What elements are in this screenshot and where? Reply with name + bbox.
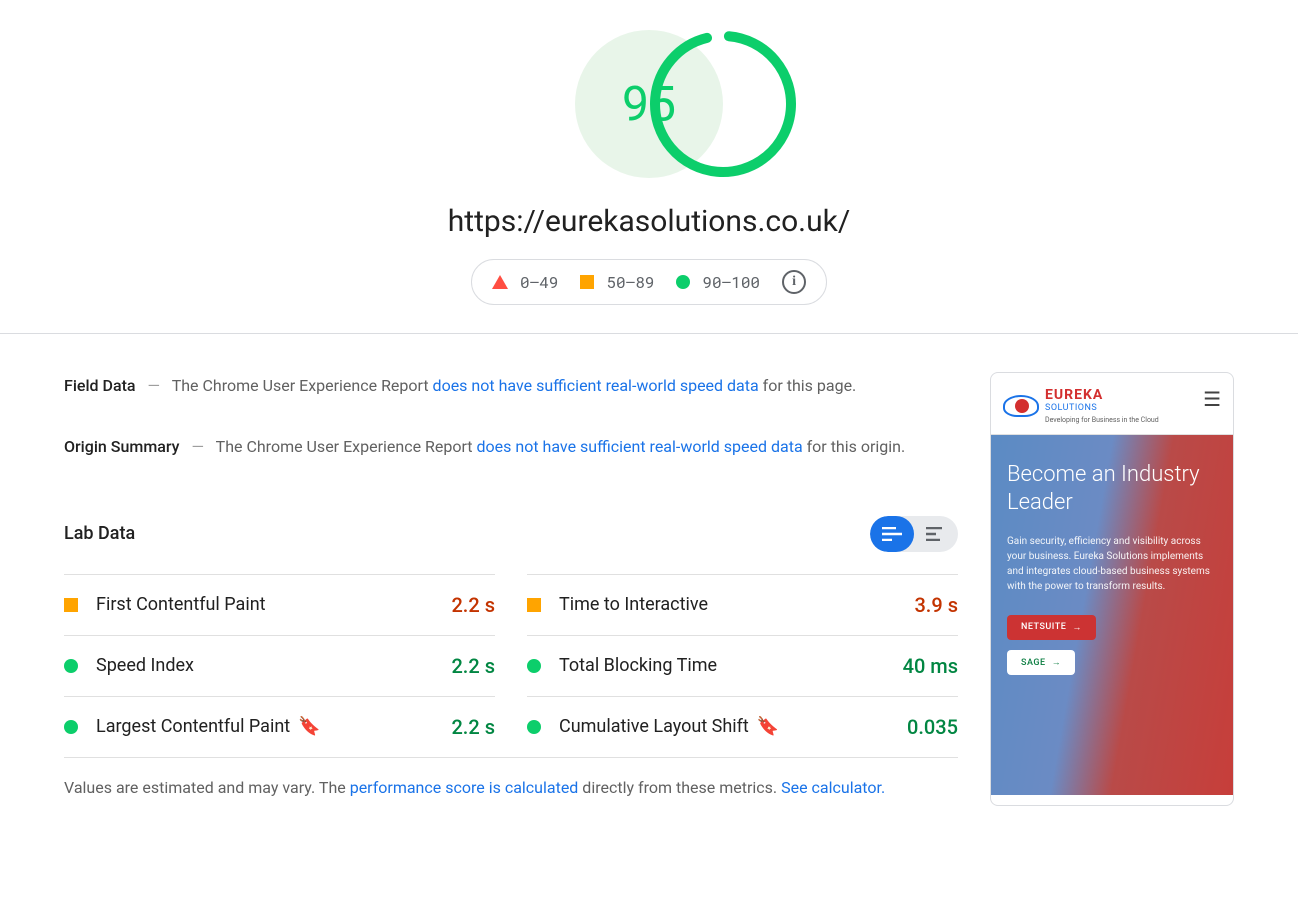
metric-tbt[interactable]: Total Blocking Time 40 ms bbox=[527, 635, 958, 696]
calc-link[interactable]: performance score is calculated bbox=[350, 778, 579, 797]
page-preview: EUREKA SOLUTIONS Developing for Business… bbox=[990, 372, 1234, 806]
legend-avg: 50–89 bbox=[580, 272, 654, 293]
field-data-title: Field Data bbox=[64, 376, 136, 395]
square-icon bbox=[580, 275, 594, 289]
metric-value: 0.035 bbox=[907, 715, 958, 739]
score-gauge: 95 bbox=[575, 30, 723, 178]
preview-logo: EUREKA SOLUTIONS Developing for Business… bbox=[1003, 387, 1159, 424]
circle-icon bbox=[64, 659, 78, 673]
legend-good: 90–100 bbox=[676, 272, 760, 293]
square-icon bbox=[527, 598, 541, 612]
score-section: 95 https://eurekasolutions.co.uk/ 0–49 5… bbox=[0, 0, 1298, 333]
triangle-icon bbox=[492, 275, 508, 289]
footer-disclaimer: Values are estimated and may vary. The p… bbox=[64, 757, 958, 817]
view-toggle-detail[interactable] bbox=[870, 516, 914, 552]
metric-label: Speed Index bbox=[96, 655, 451, 676]
legend-poor: 0–49 bbox=[492, 272, 558, 293]
metric-tti[interactable]: Time to Interactive 3.9 s bbox=[527, 574, 958, 635]
score-legend: 0–49 50–89 90–100 bbox=[471, 259, 827, 305]
info-icon[interactable] bbox=[782, 270, 806, 294]
origin-summary-link[interactable]: does not have sufficient real-world spee… bbox=[477, 437, 803, 456]
metrics-col-left: First Contentful Paint 2.2 s Speed Index… bbox=[64, 574, 495, 757]
circle-icon bbox=[527, 720, 541, 734]
metric-label: Largest Contentful Paint🔖 bbox=[96, 716, 451, 737]
circle-icon bbox=[676, 275, 690, 289]
preview-title: Become an Industry Leader bbox=[1007, 461, 1217, 516]
view-toggle bbox=[870, 516, 958, 552]
metric-si[interactable]: Speed Index 2.2 s bbox=[64, 635, 495, 696]
metric-label: First Contentful Paint bbox=[96, 594, 451, 615]
hamburger-icon: ☰ bbox=[1203, 387, 1221, 411]
preview-desc: Gain security, efficiency and visibility… bbox=[1007, 534, 1217, 594]
cloud-icon bbox=[1003, 395, 1039, 417]
origin-summary-section: Origin Summary — The Chrome User Experie… bbox=[64, 433, 958, 462]
preview-btn-netsuite: NETSUITE→ bbox=[1007, 615, 1096, 640]
page-url: https://eurekasolutions.co.uk/ bbox=[0, 204, 1298, 239]
square-icon bbox=[64, 598, 78, 612]
metric-label: Time to Interactive bbox=[559, 594, 914, 615]
lab-data-title: Lab Data bbox=[64, 523, 135, 544]
metric-value: 40 ms bbox=[903, 654, 958, 678]
circle-icon bbox=[527, 659, 541, 673]
see-calc-link[interactable]: See calculator. bbox=[781, 778, 885, 797]
metric-value: 2.2 s bbox=[451, 654, 495, 678]
field-data-section: Field Data — The Chrome User Experience … bbox=[64, 372, 958, 401]
metric-value: 2.2 s bbox=[451, 593, 495, 617]
field-data-link[interactable]: does not have sufficient real-world spee… bbox=[433, 376, 759, 395]
preview-btn-sage: SAGE→ bbox=[1007, 650, 1075, 675]
circle-icon bbox=[64, 720, 78, 734]
view-toggle-compact[interactable] bbox=[914, 516, 958, 552]
origin-summary-title: Origin Summary bbox=[64, 437, 180, 456]
bookmark-icon: 🔖 bbox=[298, 716, 320, 737]
metric-label: Total Blocking Time bbox=[559, 655, 903, 676]
metric-label: Cumulative Layout Shift🔖 bbox=[559, 716, 907, 737]
metric-value: 3.9 s bbox=[914, 593, 958, 617]
metrics-col-right: Time to Interactive 3.9 s Total Blocking… bbox=[527, 574, 958, 757]
bookmark-icon: 🔖 bbox=[757, 716, 779, 737]
metric-cls[interactable]: Cumulative Layout Shift🔖 0.035 bbox=[527, 696, 958, 757]
metric-lcp[interactable]: Largest Contentful Paint🔖 2.2 s bbox=[64, 696, 495, 757]
metric-fcp[interactable]: First Contentful Paint 2.2 s bbox=[64, 574, 495, 635]
metric-value: 2.2 s bbox=[451, 715, 495, 739]
score-value: 95 bbox=[622, 76, 676, 133]
